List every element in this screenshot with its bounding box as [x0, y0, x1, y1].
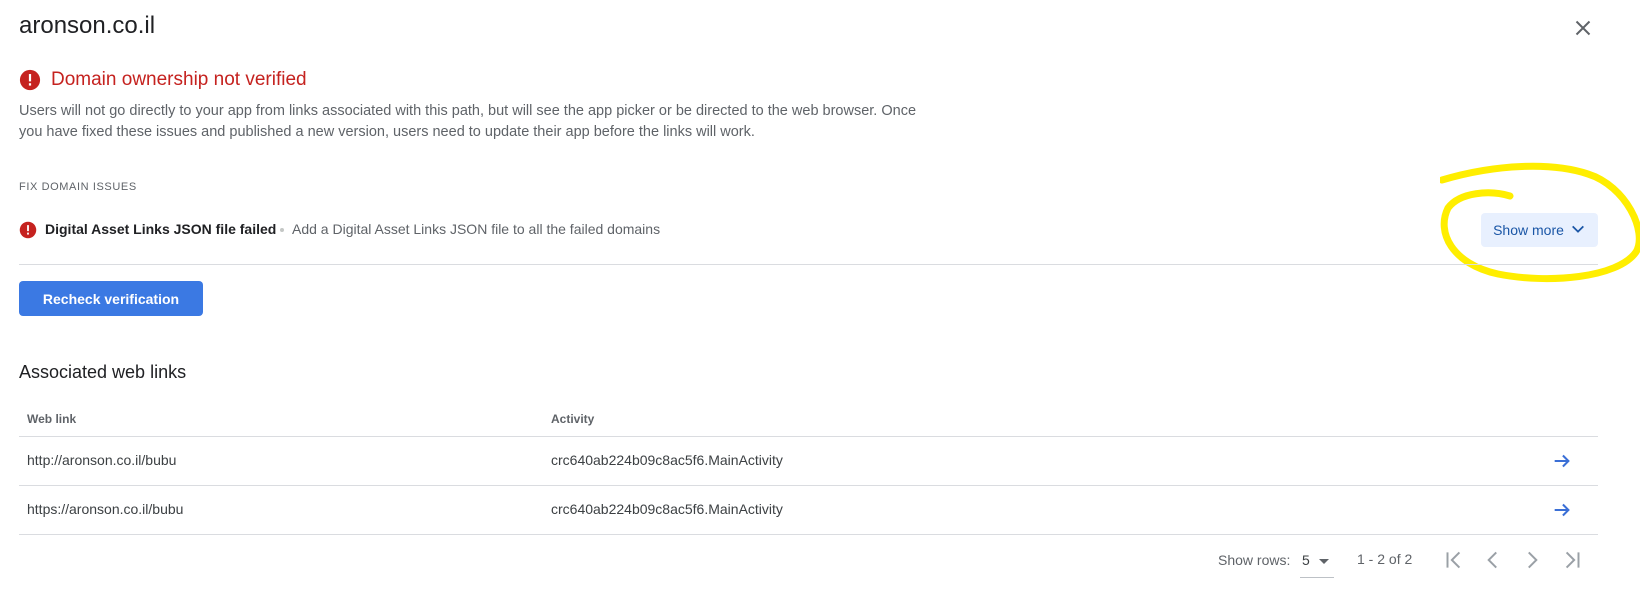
web-link-cell: http://aronson.co.il/bubu [27, 452, 177, 468]
table-row[interactable]: http://aronson.co.il/bubu crc640ab224b09… [0, 437, 1643, 485]
recheck-verification-button[interactable]: Recheck verification [19, 281, 203, 316]
web-links-title: Associated web links [19, 362, 187, 382]
error-icon [19, 221, 37, 239]
section-divider [19, 264, 1598, 265]
next-page-icon[interactable] [1519, 547, 1545, 573]
alert-title: Domain ownership not verified [51, 69, 307, 90]
previous-page-icon[interactable] [1480, 547, 1506, 573]
show-more-label: Show more [1493, 222, 1564, 238]
column-header-web-link: Web link [27, 412, 77, 426]
issue-title: Digital Asset Links JSON file failed [45, 221, 277, 237]
first-page-icon[interactable] [1441, 547, 1467, 573]
table-bottom-divider [19, 534, 1598, 535]
pagination-range: 1 - 2 of 2 [1357, 551, 1413, 567]
error-icon [19, 69, 41, 91]
rows-per-page-select[interactable]: 5 [1300, 547, 1334, 578]
web-link-cell: https://aronson.co.il/bubu [27, 501, 184, 517]
separator-dot [280, 228, 284, 232]
arrow-right-icon[interactable] [1551, 499, 1573, 521]
table-row[interactable]: https://aronson.co.il/bubu crc640ab224b0… [0, 486, 1643, 534]
dialog-title: aronson.co.il [19, 12, 156, 39]
caret-down-icon [1319, 559, 1329, 564]
show-more-button[interactable]: Show more [1481, 213, 1598, 247]
issue-description: Add a Digital Asset Links JSON file to a… [292, 221, 661, 237]
show-rows-label: Show rows: [1218, 552, 1291, 568]
chevron-down-icon [1570, 221, 1586, 240]
alert-description: Users will not go directly to your app f… [19, 103, 917, 140]
recheck-label: Recheck verification [42, 290, 180, 307]
activity-cell: crc640ab224b09c8ac5f6.MainActivity [551, 452, 783, 468]
activity-cell: crc640ab224b09c8ac5f6.MainActivity [551, 501, 783, 517]
rows-per-page-value: 5 [1302, 552, 1310, 568]
last-page-icon[interactable] [1559, 547, 1585, 573]
fix-issues-label: FIX DOMAIN ISSUES [19, 181, 137, 193]
column-header-activity: Activity [551, 412, 595, 426]
close-icon[interactable] [1570, 15, 1596, 41]
arrow-right-icon[interactable] [1551, 450, 1573, 472]
